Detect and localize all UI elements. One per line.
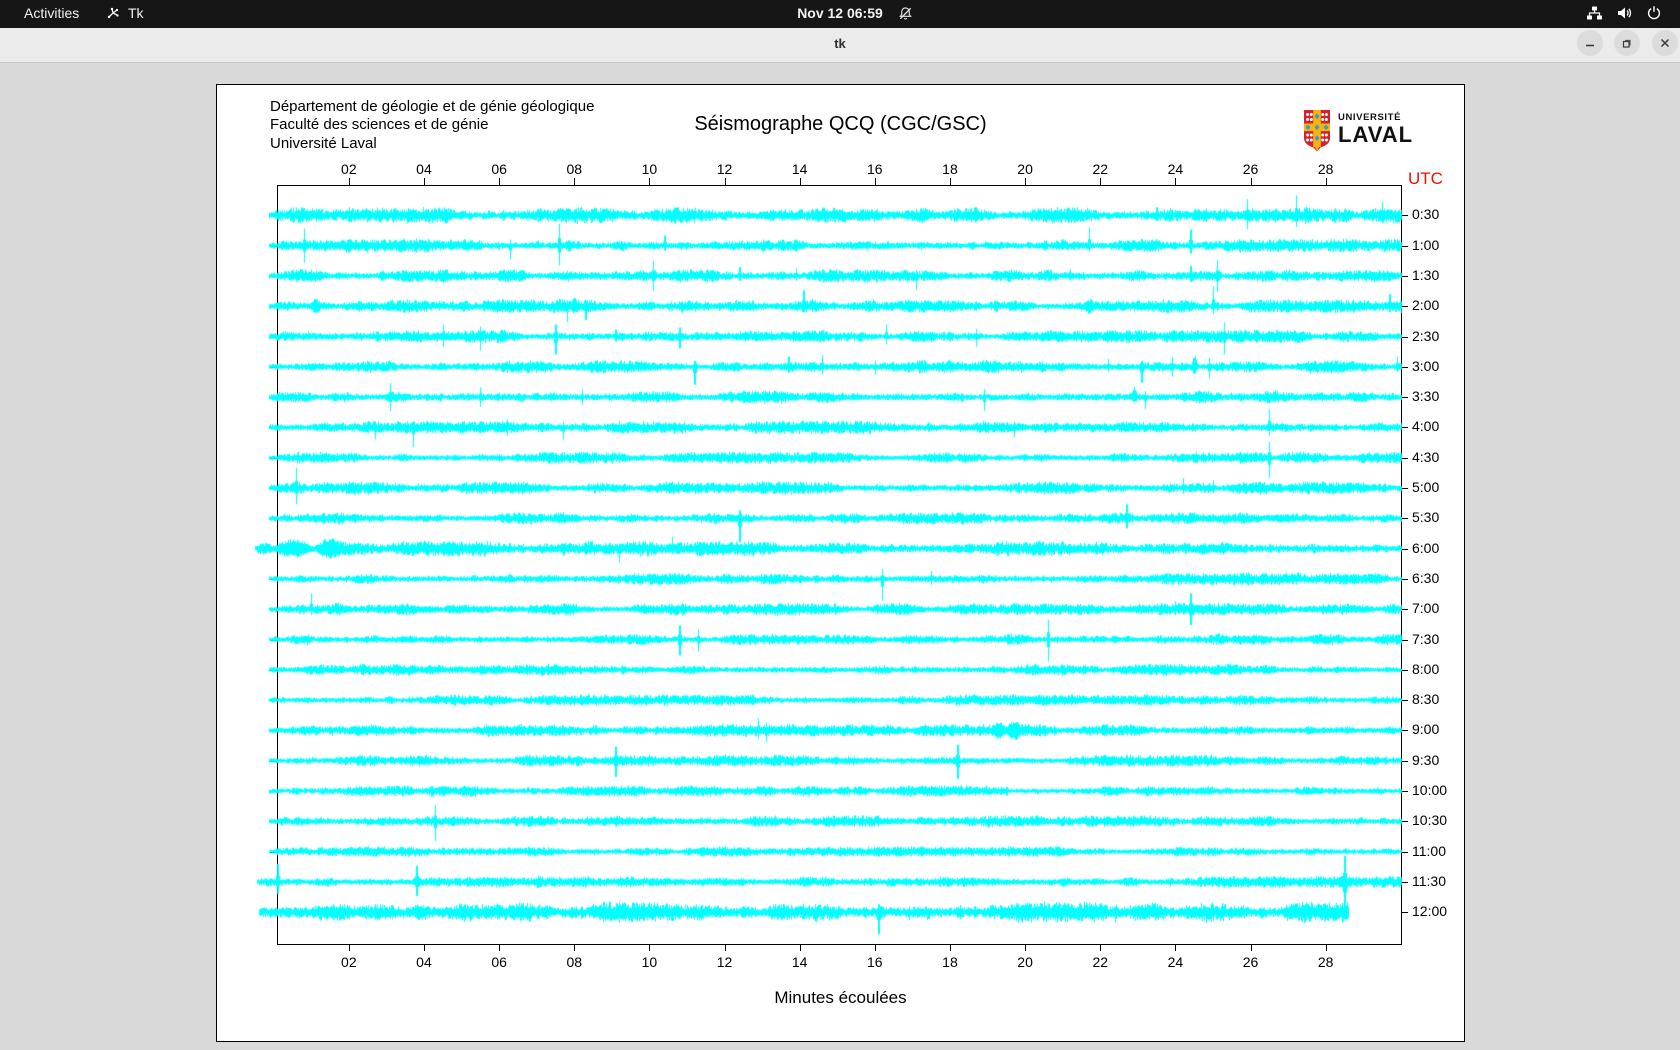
x-tick-label-bottom: 18 [942, 954, 958, 970]
x-tick-label-top: 18 [942, 161, 958, 177]
utc-time-label: 5:30 [1412, 509, 1440, 526]
x-tick-label-bottom: 26 [1242, 954, 1259, 970]
window-title: tk [834, 36, 846, 51]
x-tick-label-bottom: 10 [641, 954, 658, 970]
x-tick-label-bottom: 14 [791, 954, 808, 970]
utc-time-label: 10:00 [1412, 782, 1448, 798]
x-tick-label-bottom: 06 [491, 954, 507, 970]
x-tick-label-top: 16 [867, 161, 883, 177]
x-tick-label-bottom: 28 [1317, 954, 1334, 970]
minimize-button[interactable] [1577, 30, 1603, 56]
x-tick-top [874, 178, 876, 185]
laval-shield-icon [1304, 110, 1330, 152]
utc-time-label: 7:00 [1412, 600, 1440, 617]
utc-time-label: 3:30 [1412, 388, 1440, 405]
utc-time-label: 3:00 [1412, 357, 1440, 374]
x-tick-label-top: 04 [416, 161, 432, 177]
traces-canvas [253, 185, 1413, 947]
x-tick-top [649, 178, 651, 185]
utc-time-label: 9:00 [1412, 721, 1440, 738]
x-tick-label-bottom: 02 [341, 954, 357, 970]
x-tick-top [724, 178, 726, 185]
x-tick-top [423, 178, 425, 185]
x-tick-label-bottom: 22 [1092, 954, 1109, 970]
x-tick-label-top: 22 [1092, 161, 1109, 177]
utc-time-label: 2:30 [1412, 327, 1440, 344]
utc-time-label: 8:30 [1412, 691, 1440, 708]
gnome-top-bar: Activities Tk Nov 12 06:59 [0, 0, 1680, 28]
x-tick-label-bottom: 24 [1167, 954, 1184, 970]
x-tick-top [799, 178, 801, 185]
x-tick-label-bottom: 08 [566, 954, 583, 970]
x-tick-label-bottom: 12 [716, 954, 733, 970]
x-tick-label-top: 26 [1242, 161, 1259, 177]
university-laval-logo: UNIVERSITÉ LAVAL [1303, 109, 1413, 153]
close-button[interactable] [1652, 30, 1678, 56]
x-tick-label-top: 28 [1317, 161, 1334, 177]
volume-icon [1618, 7, 1632, 19]
utc-time-label: 9:30 [1412, 751, 1440, 768]
logo-text-laval: LAVAL [1338, 121, 1414, 147]
x-tick-label-top: 24 [1167, 161, 1184, 177]
network-wired-icon [1587, 6, 1602, 20]
utc-time-label: 7:30 [1412, 630, 1440, 647]
x-tick-label-top: 06 [491, 161, 507, 177]
utc-time-label: 2:00 [1412, 297, 1440, 314]
x-tick-top [348, 178, 350, 185]
utc-time-label: 4:00 [1412, 418, 1440, 435]
x-tick-label-top: 12 [716, 161, 733, 177]
x-tick-top [1325, 178, 1327, 185]
utc-time-label: 1:00 [1412, 236, 1440, 253]
x-tick-label-top: 10 [641, 161, 658, 177]
x-tick-label-top: 14 [791, 161, 808, 177]
system-tray[interactable] [1586, 5, 1662, 21]
notifications-off-icon [898, 6, 913, 21]
x-tick-label-top: 02 [341, 161, 357, 177]
x-tick-label-top: 20 [1017, 161, 1033, 177]
utc-time-label: 6:30 [1412, 569, 1440, 586]
window-title-bar: tk [0, 28, 1680, 63]
x-tick-top [1250, 178, 1252, 185]
seismograph-canvas: Département de géologie et de génie géol… [216, 84, 1465, 1042]
x-tick-top [1175, 178, 1177, 185]
x-tick-label-bottom: 16 [867, 954, 883, 970]
utc-time-label: 12:00 [1412, 903, 1448, 920]
clock-label[interactable]: Nov 12 06:59 [797, 5, 883, 21]
x-tick-top [499, 178, 501, 185]
chart-title: Séismographe QCQ (CGC/GSC) [694, 113, 987, 135]
x-axis-label: Minutes écoulées [774, 988, 907, 1007]
utc-time-label: 5:00 [1412, 479, 1440, 495]
header-line-3: Université Laval [270, 134, 377, 152]
x-tick-top [949, 178, 951, 185]
utc-axis-label: UTC [1408, 169, 1443, 188]
utc-time-label: 4:30 [1412, 448, 1440, 465]
x-tick-label-bottom: 20 [1017, 954, 1033, 970]
utc-time-label: 1:30 [1412, 266, 1440, 283]
utc-time-label: 11:00 [1412, 842, 1446, 859]
x-tick-top [1100, 178, 1102, 185]
x-tick-label-bottom: 04 [416, 954, 432, 970]
utc-time-label: 10:30 [1412, 812, 1448, 829]
power-icon [1647, 6, 1661, 20]
utc-time-label: 0:30 [1412, 206, 1440, 223]
restore-button[interactable] [1614, 30, 1640, 56]
x-tick-label-top: 08 [566, 161, 583, 177]
x-tick-top [574, 178, 576, 185]
utc-time-label: 11:30 [1412, 872, 1446, 889]
utc-time-label: 6:00 [1412, 539, 1440, 556]
utc-time-label: 8:00 [1412, 660, 1440, 677]
x-tick-top [1025, 178, 1027, 185]
